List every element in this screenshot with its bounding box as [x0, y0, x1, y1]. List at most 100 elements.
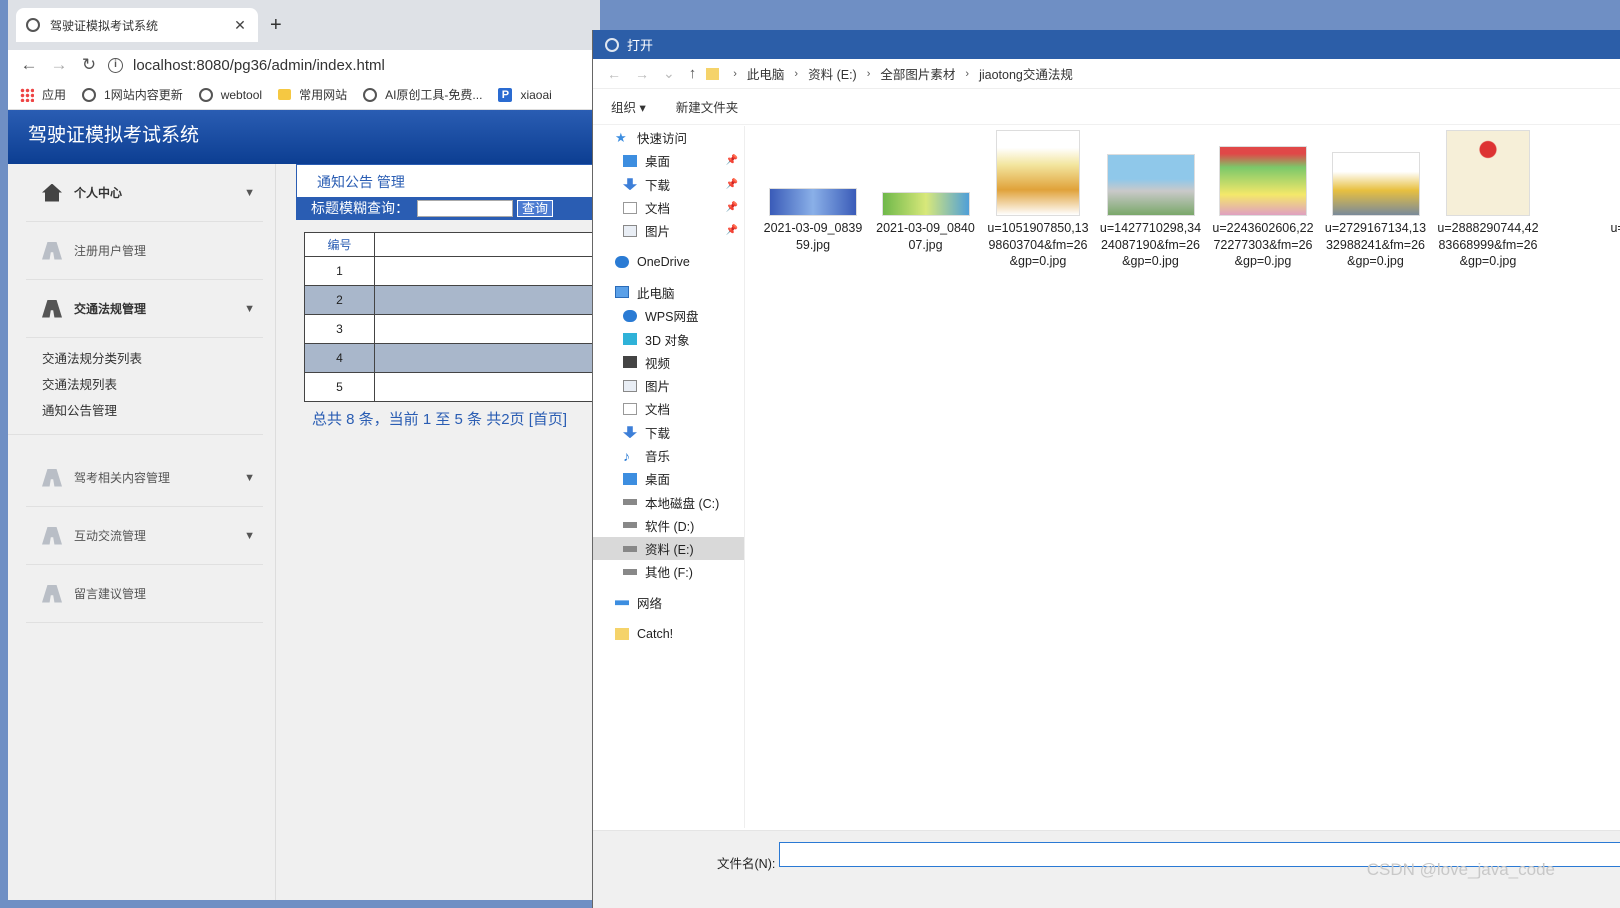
submenu-item-rules-list[interactable]: 交通法规列表	[42, 372, 263, 398]
doc-icon	[623, 201, 637, 214]
browser-toolbar: ← → ↻ i localhost:8080/pg36/admin/index.…	[8, 50, 600, 80]
nav-item[interactable]: 资料 (E:)	[593, 537, 744, 561]
bookmark-ai-tool[interactable]: AI原创工具-免费...	[363, 86, 482, 103]
menu-interaction[interactable]: 互动交流管理 ▼	[26, 507, 263, 565]
nav-item-label: 文档	[645, 403, 671, 418]
address-bar[interactable]: i localhost:8080/pg36/admin/index.html	[108, 57, 600, 74]
table-row[interactable]: 2	[304, 285, 594, 315]
forward-icon[interactable]: →	[635, 66, 649, 82]
info-icon[interactable]: i	[108, 57, 123, 73]
table-row[interactable]: 4	[304, 343, 594, 373]
nav-item[interactable]: OneDrive	[593, 250, 744, 273]
nav-item[interactable]: ♪ 音乐	[593, 444, 744, 467]
file-item[interactable]: u=3145m=2	[1549, 130, 1620, 253]
submenu-item-category-list[interactable]: 交通法规分类列表	[42, 346, 263, 372]
breadcrumb-drive-e[interactable]: 资料 (E:)	[808, 64, 857, 83]
nav-item-label: 文档	[645, 202, 671, 217]
road-icon	[42, 299, 62, 318]
bookmark-common-sites[interactable]: 常用网站	[278, 86, 347, 103]
dialog-titlebar: 打开	[593, 30, 1620, 59]
bookmark-apps[interactable]: 应用	[20, 86, 66, 103]
nav-item[interactable]: 图片	[593, 374, 744, 397]
menu-personal-center[interactable]: 个人中心 ▼	[26, 164, 263, 222]
file-item[interactable]: u=2888290744,4283668999&fm=26&gp=0.jpg	[1436, 130, 1540, 270]
forward-icon[interactable]: →	[44, 55, 74, 75]
row-cell	[374, 343, 594, 373]
image-thumbnail	[996, 130, 1080, 216]
nav-item[interactable]: 桌面	[593, 467, 744, 490]
nav-item[interactable]: ★ 快速访问	[593, 126, 744, 149]
new-folder-button[interactable]: 新建文件夹	[676, 97, 739, 116]
filename-label: 文件名(N):	[717, 857, 776, 871]
file-item[interactable]: 2021-03-09_083959.jpg	[761, 130, 865, 253]
chevron-down-icon[interactable]: ⌄	[663, 65, 675, 82]
table-row[interactable]: 3	[304, 314, 594, 344]
browser-tab[interactable]: 驾驶证模拟考试系统 ✕	[16, 8, 258, 42]
file-name: u=3145m=2	[1610, 221, 1620, 235]
file-item[interactable]: u=2243602606,2272277303&fm=26&gp=0.jpg	[1211, 130, 1315, 270]
menu-messages[interactable]: 留言建议管理	[26, 565, 263, 623]
nav-item[interactable]: 3D 对象	[593, 327, 744, 350]
file-item[interactable]: u=1051907850,1398603704&fm=26&gp=0.jpg	[986, 130, 1090, 270]
close-icon[interactable]: ✕	[232, 17, 248, 34]
menu-user-management[interactable]: 注册用户管理	[26, 222, 263, 280]
nav-item-label: Catch!	[637, 626, 674, 641]
blue-icon	[623, 472, 637, 485]
nav-item[interactable]: Catch!	[593, 622, 744, 645]
pin-icon: 📌	[725, 155, 738, 167]
breadcrumb-this-pc[interactable]: 此电脑	[747, 64, 785, 83]
up-arrow-icon[interactable]: ↑	[689, 65, 697, 82]
bookmark-xiaoai[interactable]: Pxiaoai	[498, 87, 552, 102]
nav-item[interactable]: 软件 (D:)	[593, 514, 744, 537]
search-button[interactable]: 查询	[517, 199, 554, 217]
bookmark-update[interactable]: 1网站内容更新	[82, 86, 183, 103]
main-content: 通知公告 管理 标题模糊查询： 查询 编号 1 2 3 4 5 总共 8 条，当…	[296, 164, 600, 429]
img-icon	[623, 379, 637, 392]
nav-item[interactable]: 文档 📌	[593, 196, 744, 219]
nav-item[interactable]: 下载	[593, 421, 744, 444]
bookmark-webtool[interactable]: webtool	[198, 87, 262, 102]
submenu-item-notice-management[interactable]: 通知公告管理	[42, 398, 263, 424]
table-row[interactable]: 1	[304, 256, 594, 286]
pc-icon	[615, 286, 629, 299]
back-icon[interactable]: ←	[607, 66, 621, 82]
file-item[interactable]: u=2729167134,1332988241&fm=26&gp=0.jpg	[1324, 130, 1428, 270]
nav-item[interactable]: 下载 📌	[593, 173, 744, 196]
nav-item-label: 下载	[645, 426, 671, 441]
breadcrumb-current-folder[interactable]: jiaotong交通法规	[979, 64, 1073, 83]
reload-icon[interactable]: ↻	[74, 55, 104, 75]
folder-icon	[706, 67, 720, 80]
table-row[interactable]: 5	[304, 372, 594, 402]
nav-item[interactable]: 图片 📌	[593, 219, 744, 242]
navigation-pane: ★ 快速访问 桌面 📌 下载 📌 文档 📌 图片 📌 OneDrive 此电脑 WPS网盘 3D 对象 视频…	[593, 126, 745, 828]
nav-item[interactable]: WPS网盘	[593, 304, 744, 327]
organize-button[interactable]: 组织 ▾	[611, 97, 646, 116]
row-id: 3	[304, 314, 375, 344]
road-icon	[42, 526, 62, 545]
url-text[interactable]: localhost:8080/pg36/admin/index.html	[133, 57, 385, 74]
file-name: u=1051907850,1398603704&fm=26&gp=0.jpg	[987, 221, 1089, 268]
nav-item[interactable]: 文档	[593, 397, 744, 420]
drive-icon	[623, 499, 637, 506]
new-tab-button[interactable]: +	[270, 14, 282, 37]
file-item[interactable]: 2021-03-09_084007.jpg	[874, 130, 978, 253]
back-icon[interactable]: ←	[14, 55, 44, 75]
nav-item[interactable]: 桌面 📌	[593, 149, 744, 172]
menu-traffic-rules[interactable]: 交通法规管理 ▼	[26, 280, 263, 338]
search-input[interactable]	[417, 199, 513, 217]
breadcrumb-all-images[interactable]: 全部图片素材	[880, 64, 955, 83]
nav-item[interactable]: 其他 (F:)	[593, 560, 744, 583]
nav-item[interactable]: 此电脑	[593, 281, 744, 304]
app-title: 驾驶证模拟考试系统	[28, 125, 200, 146]
nav-item[interactable]: 网络	[593, 591, 744, 614]
menu-exam-content[interactable]: 驾考相关内容管理 ▼	[26, 449, 263, 507]
road-icon	[42, 241, 62, 260]
chrome-icon	[605, 37, 619, 52]
pagination-text[interactable]: 总共 8 条，当前 1 至 5 条 共2页 [首页]	[312, 408, 600, 429]
nav-item[interactable]: 本地磁盘 (C:)	[593, 490, 744, 513]
file-item[interactable]: u=1427710298,3424087190&fm=26&gp=0.jpg	[1099, 130, 1203, 270]
nav-item[interactable]: 视频	[593, 351, 744, 374]
nav-item-label: 快速访问	[637, 132, 688, 147]
cloud-icon	[623, 309, 637, 322]
